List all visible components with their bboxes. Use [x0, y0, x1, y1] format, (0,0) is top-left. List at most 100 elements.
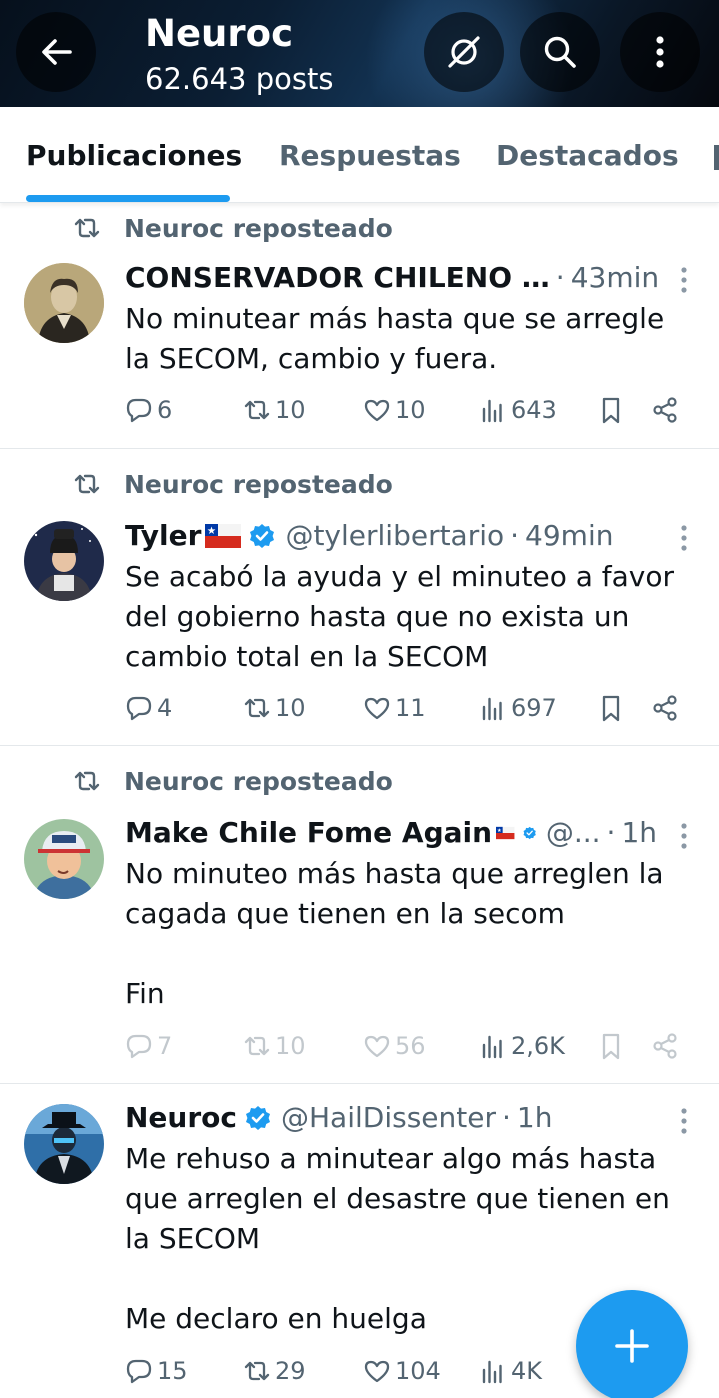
post-more-button[interactable]	[679, 821, 689, 851]
more-vertical-icon	[681, 823, 687, 849]
post-item[interactable]: Neuroc reposteado CONSERVADOR CHILENO … …	[0, 203, 719, 449]
repost-button[interactable]: 10	[242, 693, 306, 723]
like-button[interactable]: 10	[362, 395, 426, 425]
repost-icon	[74, 771, 100, 791]
avatar[interactable]	[24, 521, 104, 601]
chile-flag-icon	[205, 523, 242, 548]
post-actions: 6 10 10 643	[124, 395, 694, 429]
reply-count: 4	[157, 694, 173, 722]
post-time[interactable]: 49min	[525, 519, 613, 552]
author-name[interactable]: Make Chile Fome Again	[125, 816, 492, 849]
bookmark-button[interactable]	[596, 395, 626, 425]
avatar[interactable]	[24, 819, 104, 899]
arrow-left-icon	[42, 39, 72, 65]
tab-destacados[interactable]: Destacados	[496, 139, 679, 172]
share-button[interactable]	[650, 1031, 680, 1061]
avatar[interactable]	[24, 1104, 104, 1184]
views-button[interactable]: 643	[478, 395, 557, 425]
bookmark-button[interactable]	[596, 693, 626, 723]
author-name[interactable]: CONSERVADOR CHILENO …	[125, 261, 550, 294]
repost-count: 10	[275, 694, 306, 722]
repost-count: 10	[275, 1032, 306, 1060]
post-item[interactable]: Neuroc reposteado Make Chile Fome Again …	[0, 746, 719, 1084]
avatar-image	[24, 263, 104, 343]
repost-icon	[244, 1361, 270, 1381]
post-time[interactable]: 1h	[517, 1101, 553, 1134]
bookmark-icon	[602, 1033, 620, 1060]
compose-post-button[interactable]	[576, 1290, 688, 1398]
search-button[interactable]	[520, 12, 600, 92]
author-handle[interactable]: @tylerlibertario	[285, 519, 504, 552]
search-icon	[544, 36, 576, 68]
repost-icon	[244, 1036, 270, 1056]
views-icon	[482, 1035, 502, 1059]
more-options-button[interactable]	[620, 12, 700, 92]
share-button[interactable]	[650, 693, 680, 723]
post-time[interactable]: 1h	[621, 816, 657, 849]
reply-button[interactable]: 4	[124, 693, 172, 723]
share-icon	[653, 1033, 677, 1059]
views-icon	[482, 399, 502, 423]
grok-button[interactable]	[424, 12, 504, 92]
profile-name-title: Neuroc	[145, 12, 293, 55]
views-button[interactable]: 697	[478, 693, 557, 723]
author-handle[interactable]: @HailDissenter	[281, 1101, 496, 1134]
tab-publicaciones[interactable]: Publicaciones	[26, 139, 242, 172]
bookmark-icon	[602, 695, 620, 722]
repost-button[interactable]: 10	[242, 1031, 306, 1061]
share-icon	[653, 397, 677, 423]
like-count: 10	[395, 396, 426, 424]
repost-label: Neuroc reposteado	[124, 766, 393, 796]
reply-icon	[126, 696, 152, 721]
bookmark-button[interactable]	[596, 1031, 626, 1061]
repost-button[interactable]: 29	[242, 1356, 306, 1386]
profile-header: Neuroc 62.643 posts	[0, 0, 719, 107]
view-count: 697	[511, 694, 557, 722]
views-button[interactable]: 2,6K	[478, 1031, 565, 1061]
post-time[interactable]: 43min	[571, 261, 657, 294]
back-button[interactable]	[16, 12, 96, 92]
next-tab-edge[interactable]	[714, 145, 719, 170]
post-more-button[interactable]	[679, 523, 689, 553]
repost-icon	[244, 698, 270, 718]
post-meta: Make Chile Fome Again @... · 1h	[125, 816, 657, 849]
reply-icon	[126, 398, 152, 423]
active-tab-indicator	[26, 195, 230, 202]
repost-indicator: Neuroc reposteado	[72, 469, 393, 499]
post-meta: CONSERVADOR CHILENO … · 43min	[125, 261, 657, 294]
views-icon	[482, 697, 502, 721]
view-count: 4K	[511, 1357, 543, 1385]
like-button[interactable]: 104	[362, 1356, 441, 1386]
tab-respuestas[interactable]: Respuestas	[279, 139, 461, 172]
reply-button[interactable]: 6	[124, 395, 172, 425]
views-button[interactable]: 4K	[478, 1356, 542, 1386]
reply-count: 6	[157, 396, 173, 424]
like-count: 11	[395, 694, 426, 722]
more-vertical-icon	[681, 525, 687, 551]
post-text: No minuteo más hasta que arreglen la cag…	[125, 857, 664, 1010]
heart-icon	[364, 1360, 390, 1383]
post-item[interactable]: Neuroc reposteado Tyler @tylerlibertario…	[0, 449, 719, 746]
avatar[interactable]	[24, 263, 104, 343]
post-more-button[interactable]	[679, 265, 689, 295]
more-vertical-icon	[681, 267, 687, 293]
author-handle[interactable]: @...	[546, 816, 601, 849]
share-button[interactable]	[650, 395, 680, 425]
post-text: No minutear más hasta que se arregle la …	[125, 302, 665, 375]
repost-icon	[74, 218, 100, 238]
repost-button[interactable]: 10	[242, 395, 306, 425]
post-more-button[interactable]	[679, 1106, 689, 1136]
like-button[interactable]: 56	[362, 1031, 426, 1061]
like-button[interactable]: 11	[362, 693, 426, 723]
author-name[interactable]: Tyler	[125, 519, 201, 552]
reply-button[interactable]: 7	[124, 1031, 172, 1061]
author-name[interactable]: Neuroc	[125, 1101, 237, 1134]
repost-label: Neuroc reposteado	[124, 469, 393, 499]
profile-tabs: Publicaciones Respuestas Destacados	[0, 107, 719, 203]
reply-count: 7	[157, 1032, 173, 1060]
repost-indicator: Neuroc reposteado	[72, 213, 393, 243]
post-count: 62.643 posts	[145, 62, 334, 96]
post-text: Se acabó la ayuda y el minuteo a favor d…	[125, 560, 675, 673]
reply-icon	[126, 1359, 152, 1384]
reply-button[interactable]: 15	[124, 1356, 188, 1386]
